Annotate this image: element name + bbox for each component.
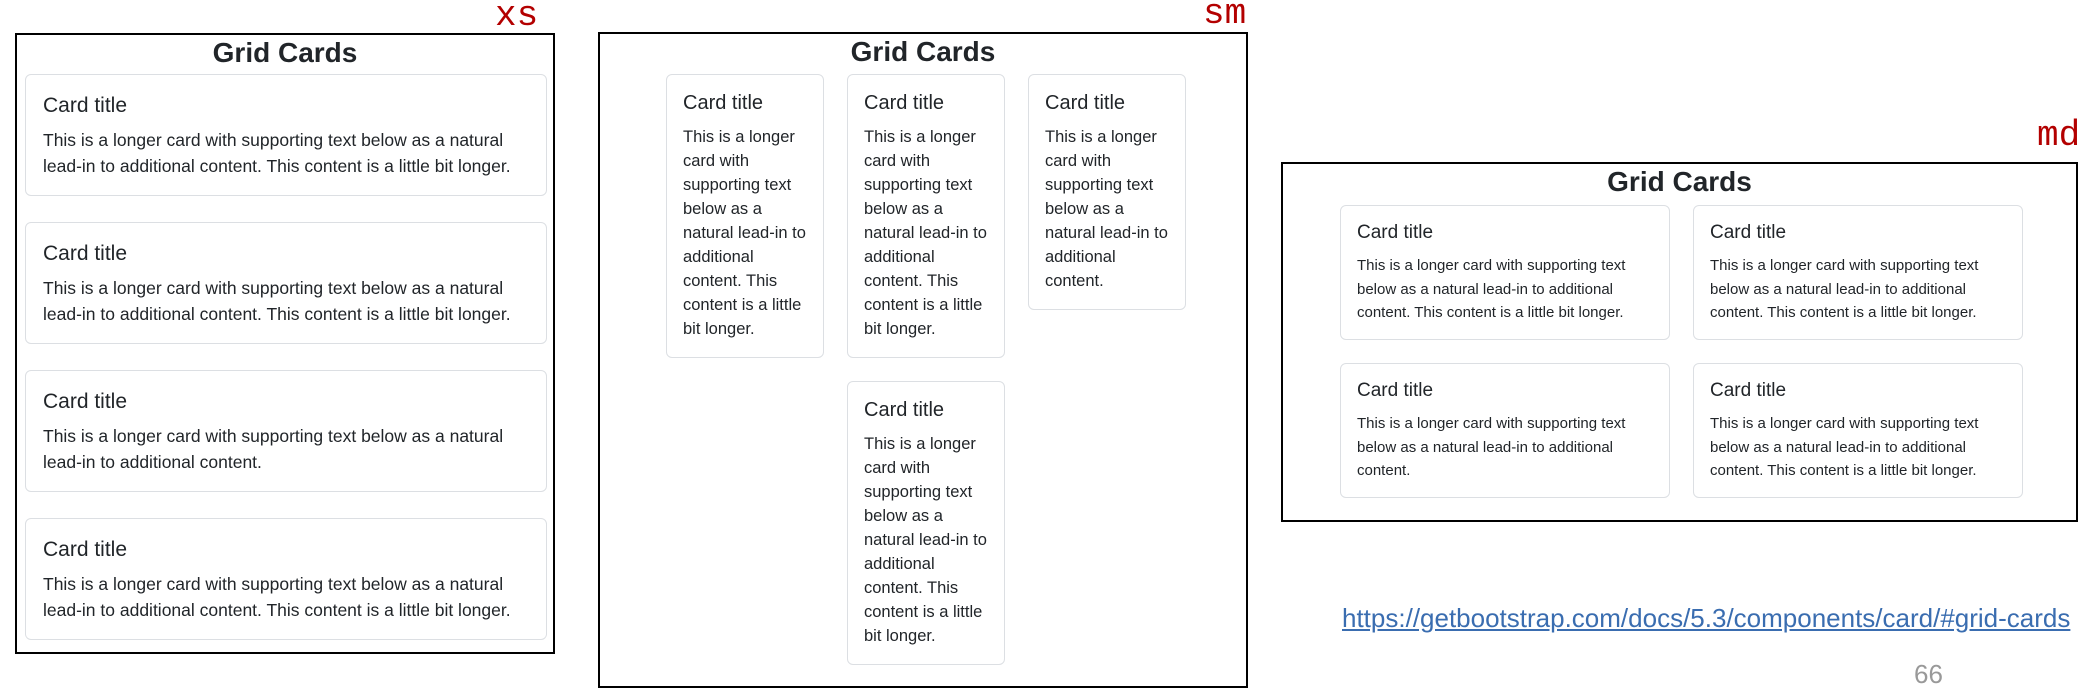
card-title: Card title xyxy=(43,390,128,413)
md-label: md xyxy=(2037,115,2081,156)
card-title: Card title xyxy=(43,242,128,265)
card-text: This is a longer card with supporting te… xyxy=(1357,257,1626,321)
bootstrap-docs-link[interactable]: https://getbootstrap.com/docs/5.3/compon… xyxy=(1342,603,2070,634)
card: Card title This is a longer card with su… xyxy=(847,74,1005,358)
card-text: This is a longer card with supporting te… xyxy=(1357,415,1626,479)
md-frame: Grid Cards Card title This is a longer c… xyxy=(1281,162,2078,522)
card-text: This is a longer card with supporting te… xyxy=(683,128,806,338)
card: Card title This is a longer card with su… xyxy=(25,518,547,640)
card: Card title This is a longer card with su… xyxy=(847,381,1005,665)
card: Card title This is a longer card with su… xyxy=(1340,363,1670,498)
card: Card title This is a longer card with su… xyxy=(666,74,824,358)
sm-label: sm xyxy=(1203,0,1247,34)
card: Card title This is a longer card with su… xyxy=(25,74,547,196)
card-title: Card title xyxy=(1045,92,1126,114)
frame-title: Grid Cards xyxy=(1607,166,1752,197)
card-title: Card title xyxy=(864,399,945,421)
xs-label: xs xyxy=(495,0,539,36)
xs-frame: Grid Cards Card title This is a longer c… xyxy=(15,33,555,654)
card-text: This is a longer card with supporting te… xyxy=(43,278,511,324)
card-text: This is a longer card with supporting te… xyxy=(864,435,987,645)
page-number: 66 xyxy=(1914,659,1943,689)
card: Card title This is a longer card with su… xyxy=(25,370,547,492)
card: Card title This is a longer card with su… xyxy=(1340,205,1670,340)
card-text: This is a longer card with supporting te… xyxy=(1710,415,1979,479)
card-text: This is a longer card with supporting te… xyxy=(864,128,987,338)
card: Card title This is a longer card with su… xyxy=(1693,205,2023,340)
card-title: Card title xyxy=(1357,380,1434,401)
card-title: Card title xyxy=(1710,222,1787,243)
frame-title: Grid Cards xyxy=(212,37,358,68)
card-text: This is a longer card with supporting te… xyxy=(43,426,504,472)
card-text: This is a longer card with supporting te… xyxy=(43,574,511,620)
card-title: Card title xyxy=(1710,380,1787,401)
card-text: This is a longer card with supporting te… xyxy=(43,130,511,176)
card: Card title This is a longer card with su… xyxy=(25,222,547,344)
card: Card title This is a longer card with su… xyxy=(1693,363,2023,498)
frame-title: Grid Cards xyxy=(850,36,996,67)
card-title: Card title xyxy=(43,94,128,117)
card-title: Card title xyxy=(864,92,945,114)
card: Card title This is a longer card with su… xyxy=(1028,74,1186,310)
card-text: This is a longer card with supporting te… xyxy=(1045,128,1168,290)
card-title: Card title xyxy=(1357,222,1434,243)
card-title: Card title xyxy=(683,92,764,114)
card-text: This is a longer card with supporting te… xyxy=(1710,257,1979,321)
card-title: Card title xyxy=(43,538,128,561)
sm-frame: Grid Cards Card title This is a longer c… xyxy=(598,32,1248,688)
